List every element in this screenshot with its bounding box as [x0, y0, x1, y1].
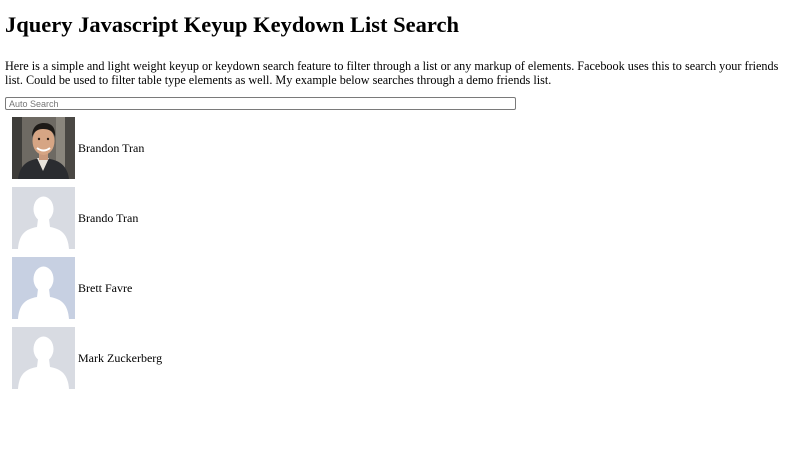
friend-name: Brandon Tran [78, 141, 145, 155]
list-item: Brando Tran [12, 187, 795, 249]
friend-name: Brett Favre [78, 281, 133, 295]
friend-name: Brando Tran [78, 211, 139, 225]
default-avatar-icon [12, 327, 75, 389]
page: Jquery Javascript Keyup Keydown List Sea… [0, 0, 800, 450]
default-avatar-icon [12, 257, 75, 319]
intro-paragraph: Here is a simple and light weight keyup … [5, 59, 779, 87]
default-avatar-icon [12, 187, 75, 249]
page-title: Jquery Javascript Keyup Keydown List Sea… [5, 12, 459, 37]
list-item: Brett Favre [12, 257, 795, 319]
list-item: Mark Zuckerberg [12, 327, 795, 389]
friends-list: Brandon Tran Brando Tran Brett Favre Mar… [5, 117, 795, 389]
search-input[interactable] [5, 97, 516, 110]
list-item: Brandon Tran [12, 117, 795, 179]
friend-name: Mark Zuckerberg [78, 351, 163, 365]
avatar-photo-icon [12, 117, 75, 179]
